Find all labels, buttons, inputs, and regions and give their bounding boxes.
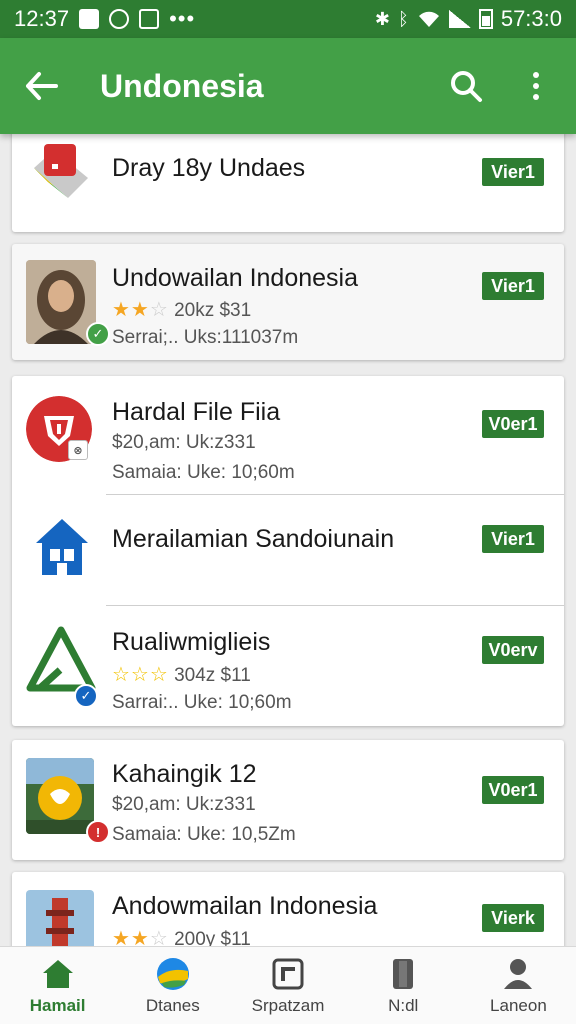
search-icon	[451, 71, 482, 102]
back-button[interactable]	[20, 64, 64, 108]
verified-badge-icon: ✓	[74, 684, 98, 708]
item-title: Hardal File Fiia	[112, 398, 281, 426]
app-thumbnail	[26, 890, 94, 946]
list-card[interactable]: Andowmailan Indonesia ★★☆ 200y $11 Vierk	[12, 872, 564, 946]
battery-icon	[478, 9, 493, 29]
rating-stars: ☆☆☆	[112, 664, 169, 686]
app-bar: Undonesia	[0, 38, 576, 134]
list-card[interactable]: Dray 18y Undaes Vier1	[12, 134, 564, 232]
nav-label: Laneon	[490, 995, 547, 1015]
globe-icon	[155, 956, 191, 992]
view-button[interactable]: Vier1	[482, 525, 544, 553]
signal-icon	[448, 10, 471, 28]
list-item[interactable]: ✓ Undowailan Indonesia ★★☆ 20kz $31 Serr…	[12, 244, 564, 360]
nav-item-srpatzam[interactable]: Srpatzam	[230, 947, 345, 1024]
view-button[interactable]: Vierk	[482, 904, 544, 932]
item-title: Undowailan Indonesia	[112, 264, 359, 292]
person-icon	[500, 956, 536, 992]
status-right-text: 57:3:0	[500, 6, 562, 31]
nav-label: Hamail	[29, 995, 86, 1015]
vibrate-icon: ✱	[374, 8, 391, 29]
app-logo-icon	[34, 144, 88, 198]
calendar-icon	[139, 9, 160, 29]
item-meta: Samaia: Uke: 10;60m	[112, 462, 295, 483]
rating-stars: ★★☆	[112, 928, 169, 946]
status-bar: 12:37 ••• ✱ ᛒ 57:3:0	[0, 0, 576, 38]
item-rating-line: ★★☆ 200y $11	[112, 926, 251, 946]
nav-label: N:dl	[388, 995, 419, 1015]
item-meta: Serrai;.. Uks:111037m	[112, 327, 299, 348]
nav-item-ndl[interactable]: N:dl	[346, 947, 461, 1024]
rating-stars: ★★☆	[112, 299, 169, 321]
item-price: $20,am: Uk:z331	[112, 432, 256, 453]
item-title: Merailamian Sandoiunain	[112, 525, 395, 553]
list-card[interactable]: ⊗ Hardal File Fiia $20,am: Uk:z331 Samai…	[12, 376, 564, 726]
item-rating-line: ★★☆ 20kz $31	[112, 297, 251, 322]
view-button[interactable]: Vier1	[482, 272, 544, 300]
page-title: Undonesia	[100, 67, 264, 104]
item-title: Andowmailan Indonesia	[112, 892, 378, 920]
bluetooth-icon: ᛒ	[398, 8, 409, 29]
view-button[interactable]: V0erv	[482, 636, 544, 664]
app-thumbnail	[26, 138, 96, 222]
item-title: Dray 18y Undaes	[112, 154, 306, 182]
list-item[interactable]: ⊗ Hardal File Fiia $20,am: Uk:z331 Samai…	[12, 376, 564, 494]
tower-photo-icon	[26, 890, 94, 946]
view-button[interactable]: Vier1	[482, 158, 544, 186]
back-arrow-icon	[26, 72, 58, 100]
nav-item-dtanes[interactable]: Dtanes	[115, 947, 230, 1024]
rating-text: 20kz $31	[174, 300, 252, 321]
wifi-icon	[418, 11, 439, 27]
rating-text: 200y $11	[174, 929, 251, 946]
nav-item-home[interactable]: Hamail	[0, 947, 115, 1024]
sync-icon	[109, 9, 130, 29]
results-list: Dray 18y Undaes Vier1 ✓ Undowailan Indon…	[0, 134, 576, 946]
app-thumbnail	[32, 515, 92, 579]
nav-label: Dtanes	[145, 995, 200, 1015]
item-meta: Samaia: Uke: 10,5Zm	[112, 824, 296, 845]
landscape-logo-icon	[26, 758, 94, 834]
item-title: Rualiwmiglieis	[112, 628, 271, 656]
view-button[interactable]: V0er1	[482, 410, 544, 438]
house-icon	[36, 519, 88, 575]
notification-icon	[79, 9, 100, 29]
more-vert-icon	[533, 72, 539, 100]
phone-icon	[385, 956, 421, 992]
list-item[interactable]: ✓ Rualiwmiglieis ☆☆☆ 304z $11 Sarrai:.. …	[12, 606, 564, 726]
verified-badge-icon: ✓	[86, 322, 110, 346]
item-rating-line: ☆☆☆ 304z $11	[112, 662, 251, 687]
rating-text: 304z $11	[174, 665, 251, 686]
nav-item-laneon[interactable]: Laneon	[461, 947, 576, 1024]
status-time: 12:37	[14, 6, 70, 31]
list-card[interactable]: ✓ Undowailan Indonesia ★★☆ 20kz $31 Serr…	[12, 244, 564, 360]
small-badge-icon: ⊗	[68, 440, 88, 460]
list-item[interactable]: Merailamian Sandoiunain Vier1	[12, 495, 564, 605]
home-icon	[40, 956, 76, 992]
overflow-menu-button[interactable]	[516, 66, 556, 106]
nav-label: Srpatzam	[251, 995, 325, 1015]
list-item[interactable]: Dray 18y Undaes Vier1	[12, 134, 564, 232]
item-title: Kahaingik 12	[112, 760, 257, 788]
more-notifications-icon: •••	[169, 6, 196, 31]
list-card[interactable]: ! Kahaingik 12 $20,am: Uk:z331 Samaia: U…	[12, 740, 564, 860]
alert-badge-icon: !	[86, 820, 110, 844]
tablet-icon	[270, 956, 306, 992]
list-item[interactable]: ! Kahaingik 12 $20,am: Uk:z331 Samaia: U…	[12, 740, 564, 860]
item-meta: Sarrai:.. Uke: 10;60m	[112, 692, 292, 713]
app-thumbnail	[26, 758, 94, 834]
bottom-navigation: Hamail Dtanes Srpatzam N:dl Laneon	[0, 946, 576, 1024]
view-button[interactable]: V0er1	[482, 776, 544, 804]
search-button[interactable]	[446, 66, 486, 106]
item-price: $20,am: Uk:z331	[112, 794, 256, 815]
list-item[interactable]: Andowmailan Indonesia ★★☆ 200y $11 Vierk	[12, 872, 564, 946]
